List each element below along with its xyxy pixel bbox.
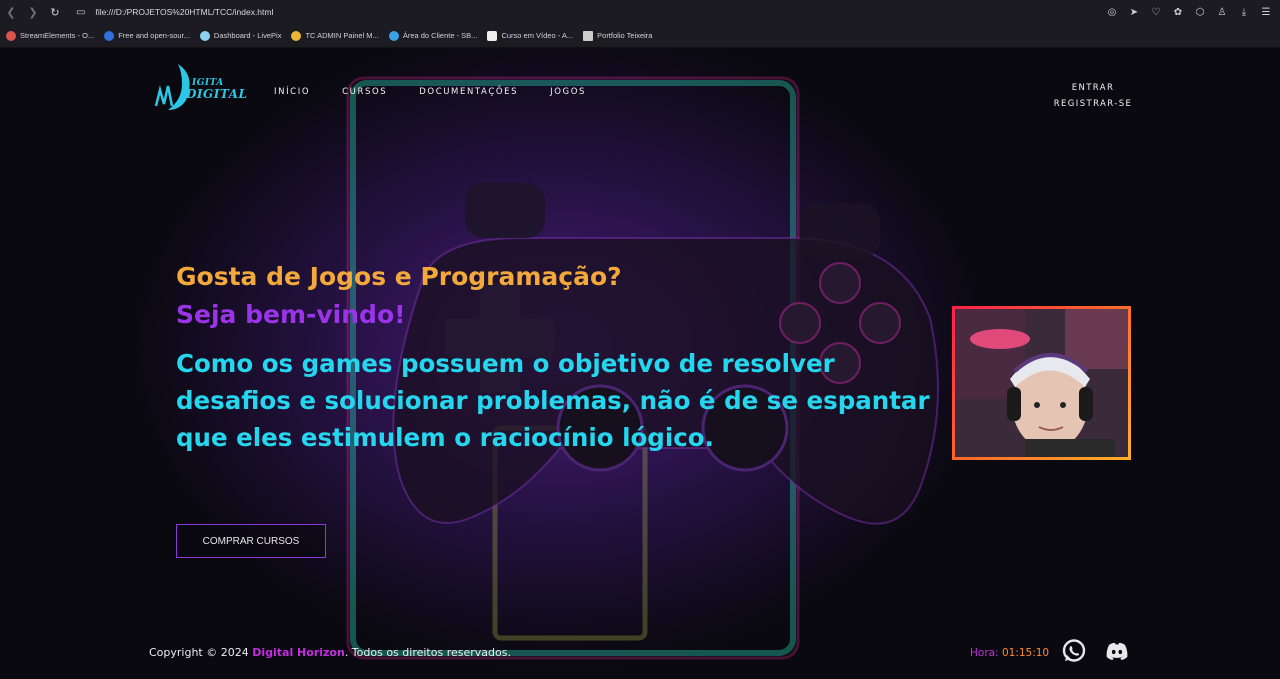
bookmark[interactable]: Dashboard - LivePix xyxy=(199,30,282,41)
bookmark[interactable]: Área do Cliente - SB... xyxy=(388,30,478,41)
cube-icon[interactable]: ⬡ xyxy=(1194,7,1206,18)
gamer-kid-image xyxy=(955,309,1128,457)
bookmark-favicon-icon xyxy=(6,30,16,41)
bookmark[interactable]: StreamElements - O... xyxy=(6,30,95,41)
back-icon[interactable]: ❮ xyxy=(0,0,22,24)
bookmarks-bar: StreamElements - O... Free and open-sour… xyxy=(0,24,1280,48)
page: IGITA DIGITAL INÍCIO CURSOS DOCUMENTAÇÕE… xyxy=(0,48,1280,679)
bookmark-favicon-icon xyxy=(388,30,399,41)
bookmark-label: Dashboard - LivePix xyxy=(213,31,282,40)
bookmark-favicon-icon xyxy=(199,30,210,41)
register-link[interactable]: REGISTRAR-SE xyxy=(1040,96,1146,112)
hero-question: Gosta de Jogos e Programação? xyxy=(176,262,622,291)
buy-courses-button[interactable]: COMPRAR CURSOS xyxy=(176,524,326,558)
gif-frame xyxy=(952,306,1131,460)
clock-value: 01:15:10 xyxy=(1001,647,1050,659)
bookmark[interactable]: Curso em Vídeo - A... xyxy=(487,30,574,41)
browser-toolbar: ❮ ❯ ↻ ▭ file:///D:/PROJETOS%20HTML/TCC/i… xyxy=(0,0,1280,24)
bookmark-favicon-icon xyxy=(487,30,498,41)
file-icon: ▭ xyxy=(76,6,86,18)
nav-item-jogos[interactable]: JOGOS xyxy=(550,87,586,97)
hero-paragraph: Como os games possuem o objetivo de reso… xyxy=(176,349,930,452)
clock: Hora: 01:15:10 xyxy=(970,647,1049,659)
menu-icon[interactable]: ☰ xyxy=(1260,7,1272,18)
footer-brand[interactable]: Digital Horizon xyxy=(252,646,345,659)
forward-icon[interactable]: ❯ xyxy=(22,0,44,24)
reload-icon[interactable]: ↻ xyxy=(44,0,66,24)
logo-text: IGITA DIGITAL xyxy=(186,78,247,100)
main-nav: INÍCIO CURSOS DOCUMENTAÇÕES JOGOS xyxy=(274,87,618,97)
hero-welcome: Seja bem-vindo! xyxy=(176,300,406,329)
bookmark-favicon-icon xyxy=(583,30,594,41)
logo-text-bottom: DIGITAL xyxy=(186,87,248,101)
browser-actions: ◎ ➤ ♡ ✿ ⬡ ♙ ⤓ ☰ xyxy=(1106,0,1272,24)
bookmark[interactable]: TC ADMIN Painel M... xyxy=(291,30,379,41)
send-icon[interactable]: ➤ xyxy=(1128,7,1140,18)
copyright-suffix: . Todos os direitos reservados. xyxy=(344,646,511,659)
profile-icon[interactable]: ♙ xyxy=(1216,7,1228,18)
heart-icon[interactable]: ♡ xyxy=(1150,7,1162,18)
bookmark-label: Curso em Vídeo - A... xyxy=(501,31,574,40)
footer-copyright: Copyright © 2024 Digital Horizon. Todos … xyxy=(149,646,511,659)
login-link[interactable]: ENTRAR xyxy=(1040,80,1146,96)
bookmark-label: TC ADMIN Painel M... xyxy=(305,31,379,40)
nav-item-cursos[interactable]: CURSOS xyxy=(342,87,387,97)
extension-icon[interactable]: ✿ xyxy=(1172,7,1184,18)
hero-section: Gosta de Jogos e Programação? Seja bem-v… xyxy=(176,260,936,558)
bookmark-favicon-icon xyxy=(291,30,302,41)
url-text[interactable]: file:///D:/PROJETOS%20HTML/TCC/index.htm… xyxy=(95,7,273,17)
bookmark[interactable]: Portfolio Teixeira xyxy=(583,30,653,41)
bookmark[interactable]: Free and open-sour... xyxy=(104,30,190,41)
copyright-prefix: Copyright © 2024 xyxy=(149,646,253,659)
discord-icon[interactable] xyxy=(1104,638,1130,664)
bookmark-label: Área do Cliente - SB... xyxy=(402,31,478,40)
whatsapp-icon[interactable] xyxy=(1061,638,1087,664)
nav-item-inicio[interactable]: INÍCIO xyxy=(274,87,310,97)
bookmark-favicon-icon xyxy=(104,30,115,41)
nav-item-documentacoes[interactable]: DOCUMENTAÇÕES xyxy=(419,87,518,97)
camera-icon[interactable]: ◎ xyxy=(1106,7,1118,18)
download-icon[interactable]: ⤓ xyxy=(1238,7,1250,18)
address-bar[interactable]: ▭ file:///D:/PROJETOS%20HTML/TCC/index.h… xyxy=(76,2,273,22)
clock-label: Hora: xyxy=(970,647,1002,659)
bookmark-label: Free and open-sour... xyxy=(118,31,190,40)
bookmark-label: Portfolio Teixeira xyxy=(597,31,653,40)
auth-links: ENTRAR REGISTRAR-SE xyxy=(1040,80,1146,112)
bookmark-label: StreamElements - O... xyxy=(20,31,95,40)
